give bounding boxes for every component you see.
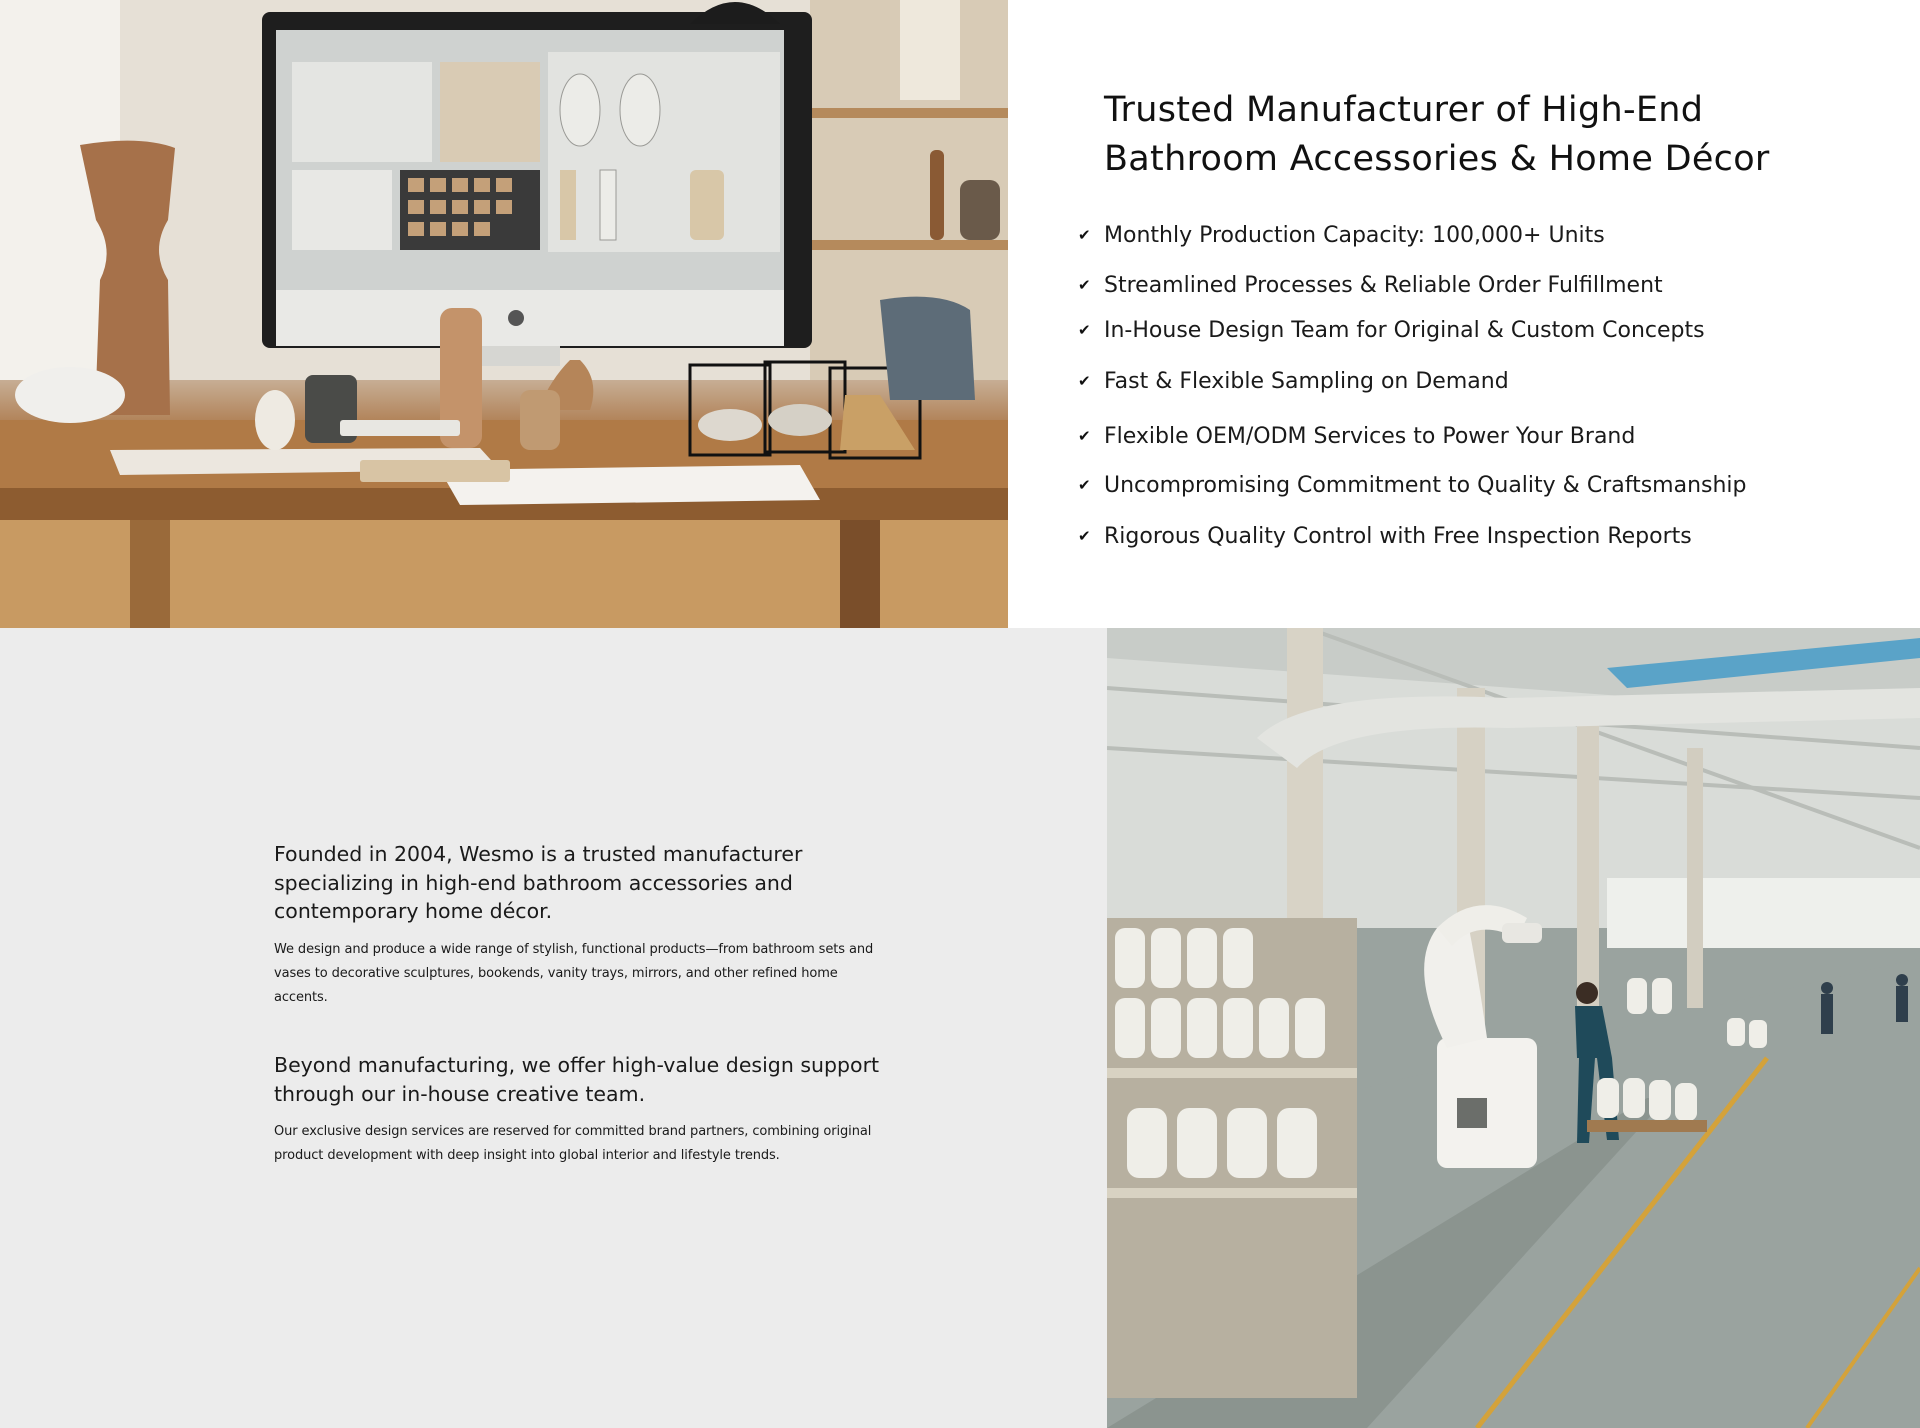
factory-illustration xyxy=(1107,628,1920,1428)
factory-floor-photo xyxy=(1107,628,1920,1428)
check-icon: ✔ xyxy=(1078,276,1091,294)
feature-text: Flexible OEM/ODM Services to Power Your … xyxy=(1104,423,1636,449)
feature-text: Uncompromising Commitment to Quality & C… xyxy=(1104,472,1747,498)
feature-item: ✔ In-House Design Team for Original & Cu… xyxy=(1078,315,1878,345)
feature-text: Monthly Production Capacity: 100,000+ Un… xyxy=(1104,222,1605,248)
check-icon: ✔ xyxy=(1078,527,1091,545)
about-body: We design and produce a wide range of st… xyxy=(274,941,874,1005)
check-icon: ✔ xyxy=(1078,372,1091,390)
design-studio-photo xyxy=(0,0,1008,628)
check-icon: ✔ xyxy=(1078,476,1091,494)
about-panel: Founded in 2004, Wesmo is a trusted manu… xyxy=(0,628,1107,1428)
feature-item: ✔ Monthly Production Capacity: 100,000+ … xyxy=(1078,220,1878,250)
feature-text: In-House Design Team for Original & Cust… xyxy=(1104,317,1705,343)
check-icon: ✔ xyxy=(1078,427,1091,445)
feature-item: ✔ Streamlined Processes & Reliable Order… xyxy=(1078,270,1878,300)
check-icon: ✔ xyxy=(1078,226,1091,244)
check-icon: ✔ xyxy=(1078,321,1091,339)
feature-item: ✔ Fast & Flexible Sampling on Demand xyxy=(1078,366,1878,396)
about-lead: Beyond manufacturing, we offer high-valu… xyxy=(274,1053,880,1106)
feature-item: ✔ Uncompromising Commitment to Quality &… xyxy=(1078,470,1878,500)
feature-item: ✔ Rigorous Quality Control with Free Ins… xyxy=(1078,521,1878,551)
feature-text: Fast & Flexible Sampling on Demand xyxy=(1104,368,1509,394)
section-headline: Trusted Manufacturer of High-End Bathroo… xyxy=(1104,90,1770,179)
feature-text: Rigorous Quality Control with Free Inspe… xyxy=(1104,523,1692,549)
feature-text: Streamlined Processes & Reliable Order F… xyxy=(1104,272,1663,298)
computer-monitor-icon xyxy=(262,12,812,366)
features-panel: Trusted Manufacturer of High-End Bathroo… xyxy=(1008,0,1920,628)
about-lead: Founded in 2004, Wesmo is a trusted manu… xyxy=(274,842,803,923)
studio-illustration xyxy=(0,0,1008,628)
feature-item: ✔ Flexible OEM/ODM Services to Power You… xyxy=(1078,421,1878,451)
about-block-design: Beyond manufacturing, we offer high-valu… xyxy=(274,1051,894,1168)
about-block-founding: Founded in 2004, Wesmo is a trusted manu… xyxy=(274,840,894,1010)
about-body: Our exclusive design services are reserv… xyxy=(274,1124,872,1163)
